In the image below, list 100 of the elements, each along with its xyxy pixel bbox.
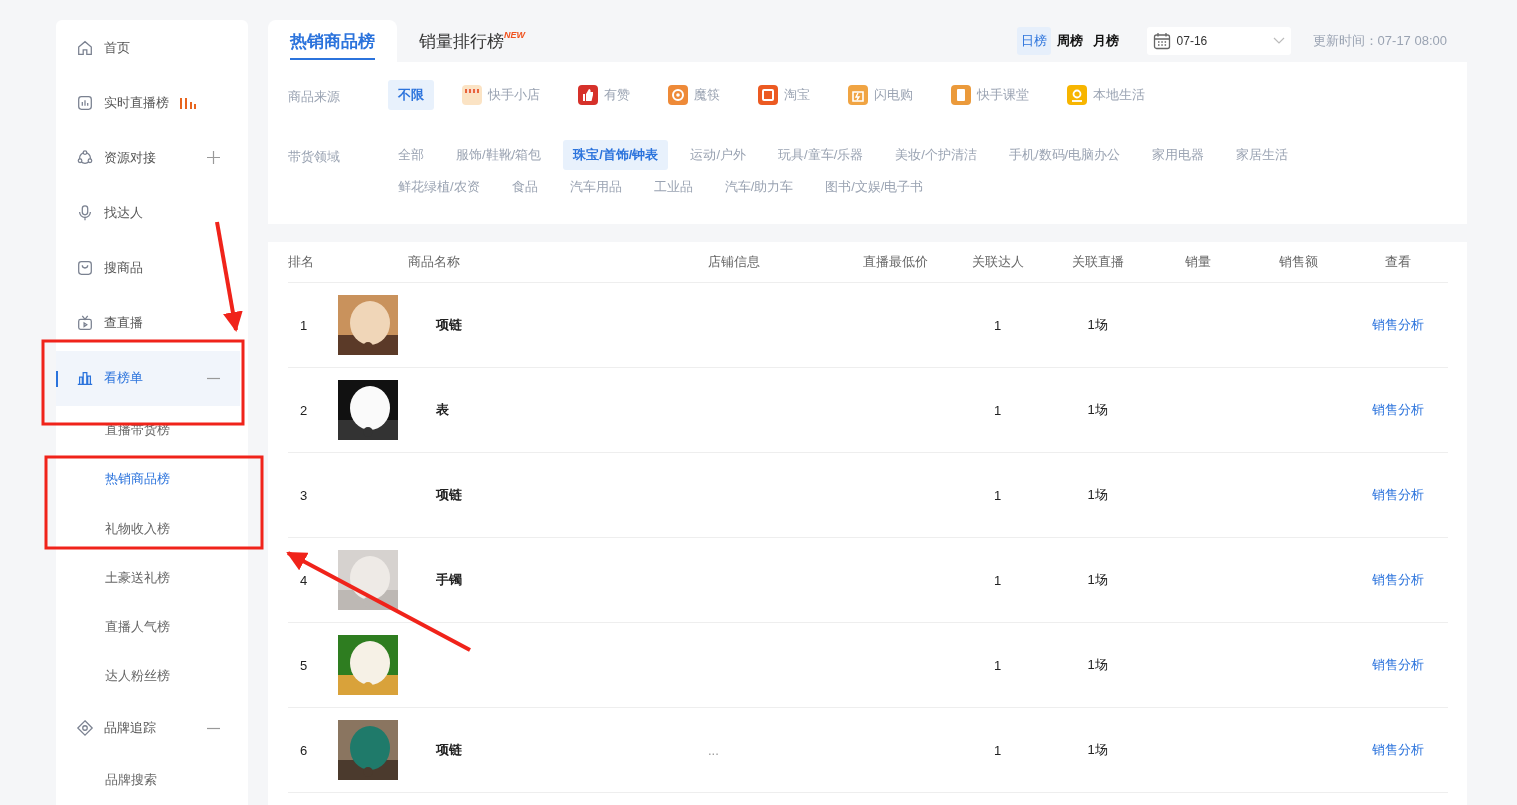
new-label: NEW — [504, 30, 525, 40]
submenu-item[interactable]: 土豪送礼榜 — [56, 553, 248, 603]
column-header: 销售额 — [1278, 253, 1318, 271]
category-option[interactable]: 全部 — [388, 140, 434, 170]
bag-icon — [76, 258, 94, 277]
submenu-item[interactable]: 礼物收入榜 — [56, 504, 248, 554]
sidebar-label: 搜商品 — [104, 258, 143, 277]
live-count: 1场 — [1087, 401, 1108, 419]
range-tab[interactable]: 月榜 — [1088, 27, 1123, 55]
source-option[interactable]: 魔筷 — [658, 80, 730, 110]
rank-cell: 3 — [300, 487, 308, 503]
sales-analysis-link[interactable]: 销售分析 — [1372, 656, 1424, 674]
calendar-icon — [1152, 32, 1171, 50]
sidebar-label: 查直播 — [104, 314, 143, 332]
bar-chart-icon — [76, 369, 94, 388]
product-name: 项链 — [436, 316, 462, 334]
book-icon — [951, 85, 971, 105]
category-option[interactable]: 鲜花绿植/农资 — [388, 172, 490, 202]
category-option[interactable]: 运动/户外 — [680, 140, 757, 170]
live-count: 1场 — [1087, 316, 1108, 334]
column-header: 商品名称 — [408, 253, 460, 271]
sidebar-label: 看榜单 — [104, 369, 143, 388]
live-count: 1场 — [1087, 656, 1108, 674]
category-option[interactable]: 汽车用品 — [559, 172, 632, 202]
product-name: 表 — [436, 401, 449, 419]
category-option[interactable]: 珠宝/首饰/钟表 — [563, 140, 669, 170]
column-header: 店铺信息 — [708, 253, 760, 271]
swirl-icon — [668, 85, 688, 105]
submenu-item[interactable]: 达人粉丝榜 — [56, 651, 248, 701]
sidebar-label: 首页 — [104, 38, 130, 57]
rank-cell: 1 — [300, 317, 308, 333]
submenu-item[interactable]: 直播人气榜 — [56, 602, 248, 652]
sales-analysis-link[interactable]: 销售分析 — [1372, 571, 1424, 589]
category-option[interactable]: 家居生活 — [1226, 140, 1299, 170]
shopping-bag-icon — [848, 85, 868, 105]
sidebar-item[interactable]: 看榜单 — [56, 350, 240, 406]
tv-icon — [76, 314, 94, 332]
column-header: 关联达人 — [971, 253, 1024, 271]
live-count: 1场 — [1087, 571, 1108, 589]
talent-count: 1 — [993, 487, 1002, 503]
source-option[interactable]: 快手小店 — [452, 80, 550, 110]
source-option[interactable]: 淘宝 — [748, 80, 820, 110]
category-option[interactable]: 汽车/助力车 — [714, 172, 804, 202]
square-logo-icon — [758, 85, 778, 105]
source-option[interactable]: 有赞 — [568, 80, 640, 110]
source-option[interactable]: 不限 — [388, 80, 434, 110]
sidebar-label: 资源对接 — [104, 148, 156, 167]
product-name: 项链 — [436, 486, 462, 504]
source-option[interactable]: 本地生活 — [1057, 80, 1155, 110]
sidebar-item[interactable]: 资源对接 — [56, 130, 240, 186]
range-tab[interactable]: 周榜 — [1052, 27, 1087, 55]
tab[interactable]: 热销商品榜 — [268, 20, 397, 62]
product-name: 项链 — [436, 741, 462, 759]
column-header: 销量 — [1185, 253, 1211, 271]
chart-icon — [76, 93, 94, 112]
home-icon — [76, 38, 94, 57]
date-picker[interactable]: 07-16 — [1146, 27, 1291, 55]
category-option[interactable]: 图书/文娱/电子书 — [815, 172, 934, 202]
sales-analysis-link[interactable]: 销售分析 — [1372, 741, 1424, 759]
column-header: 关联直播 — [1071, 253, 1124, 271]
rank-cell: 2 — [300, 402, 308, 418]
network-icon — [76, 148, 94, 167]
filter-label: 商品来源 — [288, 88, 341, 106]
category-option[interactable]: 手机/数码/电脑办公 — [998, 140, 1131, 170]
category-option[interactable]: 食品 — [501, 172, 548, 202]
expand-icon[interactable] — [207, 151, 220, 165]
source-option[interactable]: 快手课堂 — [941, 80, 1039, 110]
product-name: 手镯 — [436, 571, 462, 589]
sales-analysis-link[interactable]: 销售分析 — [1372, 401, 1424, 419]
sidebar-item[interactable]: 实时直播榜 — [56, 75, 240, 131]
category-option[interactable]: 家用电器 — [1142, 140, 1215, 170]
rank-cell: 6 — [300, 742, 308, 758]
filter-label: 带货领域 — [288, 148, 341, 166]
category-option[interactable]: 服饰/鞋靴/箱包 — [446, 140, 552, 170]
category-option[interactable]: 美妆/个护清洁 — [885, 140, 987, 170]
sidebar-item[interactable]: 查直播 — [56, 295, 240, 351]
source-option[interactable]: 闪电购 — [838, 80, 923, 110]
sidebar-label: 实时直播榜 — [104, 93, 169, 112]
date-value: 07-16 — [1176, 34, 1209, 48]
tag-icon — [76, 719, 94, 738]
category-option[interactable]: 玩具/童车/乐器 — [768, 140, 874, 170]
talent-count: 1 — [993, 402, 1002, 418]
sidebar-item[interactable]: 搜商品 — [56, 240, 240, 296]
sidebar-item[interactable]: 找达人 — [56, 185, 240, 241]
sidebar-label: 找达人 — [104, 203, 143, 222]
column-header: 排名 — [288, 253, 314, 271]
chevron-down-icon — [1272, 37, 1285, 45]
talent-count: 1 — [993, 572, 1002, 588]
submenu-item[interactable]: 品牌搜索 — [56, 755, 248, 805]
shop-icon — [462, 85, 482, 105]
range-tab[interactable]: 日榜 — [1016, 27, 1051, 55]
sales-analysis-link[interactable]: 销售分析 — [1372, 316, 1424, 334]
sidebar-item[interactable]: 首页 — [56, 20, 240, 76]
sales-analysis-link[interactable]: 销售分析 — [1372, 486, 1424, 504]
submenu-item[interactable]: 热销商品榜 — [56, 454, 248, 505]
sidebar-item[interactable]: 品牌追踪 — [56, 700, 240, 756]
category-option[interactable]: 工业品 — [643, 172, 703, 202]
location-pin-icon — [1067, 85, 1087, 105]
shop-cell: ... — [708, 742, 719, 758]
rank-cell: 4 — [300, 572, 308, 588]
